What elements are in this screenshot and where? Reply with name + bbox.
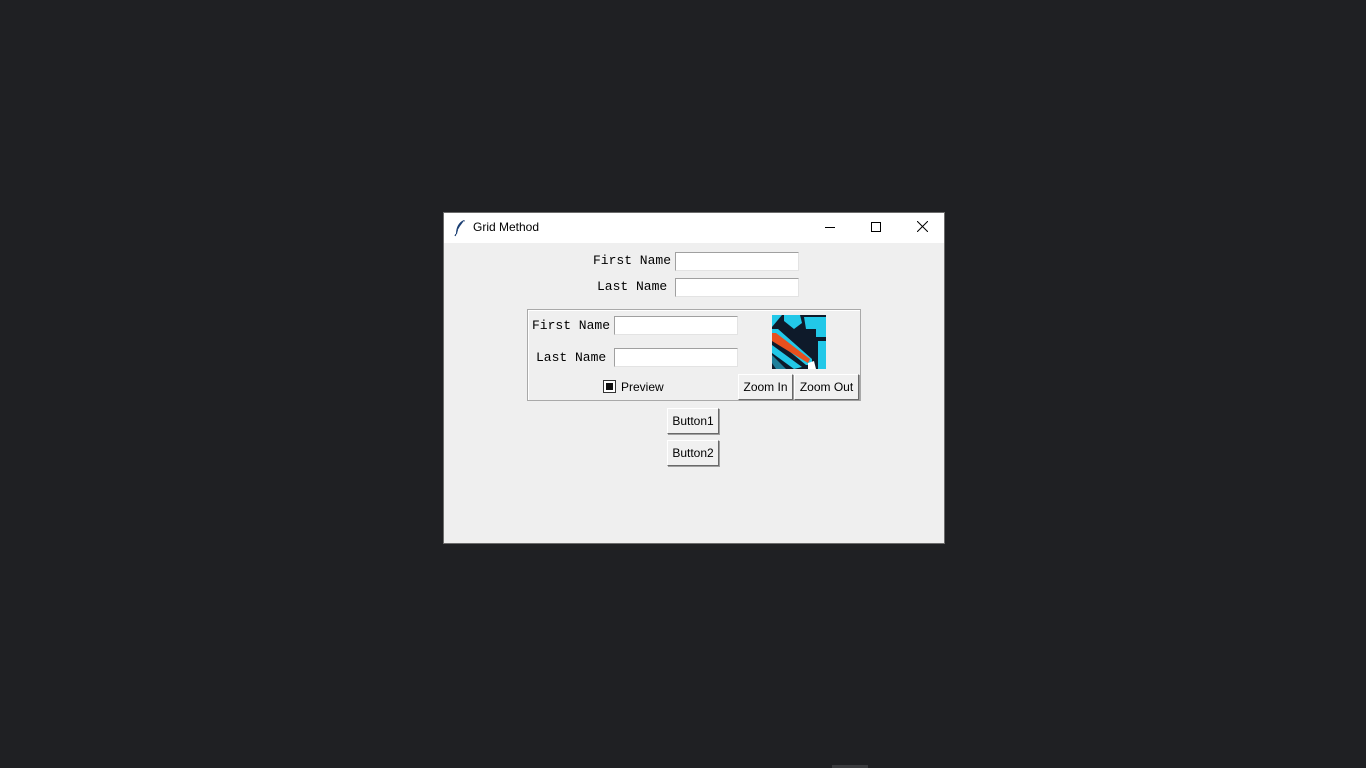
last-name-label: Last Name [597, 279, 668, 294]
minimize-icon [825, 219, 835, 237]
details-frame: First Name Last Name Preview Zoom In Zoo… [527, 309, 861, 401]
window-content: First Name Last Name First Name Last Nam… [444, 243, 944, 543]
preview-checkbox[interactable] [603, 380, 616, 393]
window-title: Grid Method [473, 220, 540, 234]
button2[interactable]: Button2 [667, 440, 719, 466]
preview-label[interactable]: Preview [621, 380, 664, 394]
button1[interactable]: Button1 [667, 408, 719, 434]
first-name-label: First Name [593, 253, 672, 268]
frame-first-name-input[interactable] [614, 316, 738, 335]
maximize-button[interactable] [853, 213, 899, 243]
app-window: Grid Method First Name Last Name First N… [443, 212, 945, 544]
zoom-out-button[interactable]: Zoom Out [794, 374, 859, 400]
close-button[interactable] [899, 213, 945, 243]
last-name-input[interactable] [675, 278, 799, 297]
first-name-input[interactable] [675, 252, 799, 271]
close-icon [916, 219, 928, 237]
checkbox-check-mark [606, 383, 613, 390]
minimize-button[interactable] [807, 213, 853, 243]
zoom-in-button[interactable]: Zoom In [738, 374, 793, 400]
title-bar[interactable]: Grid Method [444, 213, 944, 243]
feather-icon [453, 219, 467, 237]
desktop-background: Grid Method First Name Last Name First N… [0, 0, 1366, 768]
frame-last-name-label: Last Name [536, 350, 607, 365]
maximize-icon [871, 219, 881, 237]
frame-last-name-input[interactable] [614, 348, 738, 367]
frame-first-name-label: First Name [532, 318, 611, 333]
image-thumbnail [772, 315, 826, 369]
